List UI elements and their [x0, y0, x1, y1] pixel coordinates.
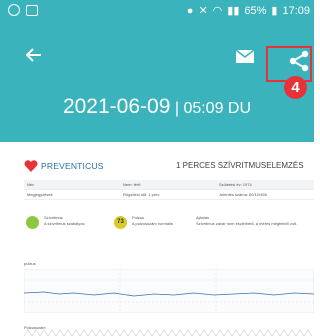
table-cell: Rögzítési idő: 1 perc	[123, 192, 160, 197]
recording-date: 2021-06-09	[62, 95, 171, 118]
result-text: A szívritmus szabályos	[44, 221, 85, 226]
mail-icon[interactable]	[235, 49, 255, 68]
battery-icon: ▮	[271, 5, 278, 17]
brand-name: PREVENTICUS	[41, 161, 104, 171]
result-label: Pulzus	[132, 215, 145, 220]
result-label: Szívritmus	[44, 215, 63, 220]
table-cell: Jelentés száma: 00/12/456	[219, 192, 267, 197]
signal-icon: ▮▮	[227, 5, 240, 17]
clock: 17:09	[282, 4, 310, 17]
table-row: Megjegyzések Rögzítési idő: 1 perc Jelen…	[24, 190, 314, 200]
brand-logo: PREVENTICUS	[24, 160, 104, 172]
results-summary: Szívritmus A szívritmus szabályos 73 Pul…	[24, 208, 314, 234]
notification-icon	[8, 4, 20, 16]
mute-icon: ✕	[198, 5, 208, 17]
pulse-strip	[24, 329, 313, 336]
recording-time: 05:09 DU	[183, 100, 252, 117]
table-row: Név Nem: férfi Születési év: 1974	[24, 180, 314, 190]
result-label: Ajánlás	[196, 215, 210, 220]
heart-icon	[24, 160, 38, 172]
image-icon	[26, 4, 38, 16]
pulse-value: 73	[114, 216, 127, 229]
result-text: A pulzusszám normális	[132, 221, 173, 226]
table-cell: Megjegyzések	[27, 192, 53, 197]
ecg-label: pulzus	[24, 261, 36, 266]
table-cell: Nem: férfi	[123, 182, 141, 187]
status-ok-dot	[26, 216, 39, 229]
info-table: Név Nem: férfi Születési év: 1974 Megjeg…	[24, 180, 314, 200]
recording-datetime: 2021-06-09 | 05:09 DU	[0, 95, 314, 119]
share-icon[interactable]	[288, 50, 310, 77]
ecg-chart	[24, 269, 314, 313]
status-bar: ● ✕ ◠ ▮▮ 65% ▮ 17:09	[0, 0, 314, 22]
report-title: 1 PERCES SZÍVRITMUSELEMZÉS	[176, 161, 304, 170]
wifi-icon: ◠	[212, 5, 223, 17]
back-arrow-icon[interactable]	[25, 46, 42, 67]
battery-label: 65%	[244, 4, 267, 17]
result-text: Szívritmus zavar nem észlelhető, a mérés…	[196, 221, 298, 226]
nfc-icon: ●	[186, 4, 194, 17]
datetime-separator: |	[174, 100, 179, 117]
table-cell: Születési év: 1974	[219, 182, 252, 187]
table-cell: Név	[27, 182, 35, 187]
